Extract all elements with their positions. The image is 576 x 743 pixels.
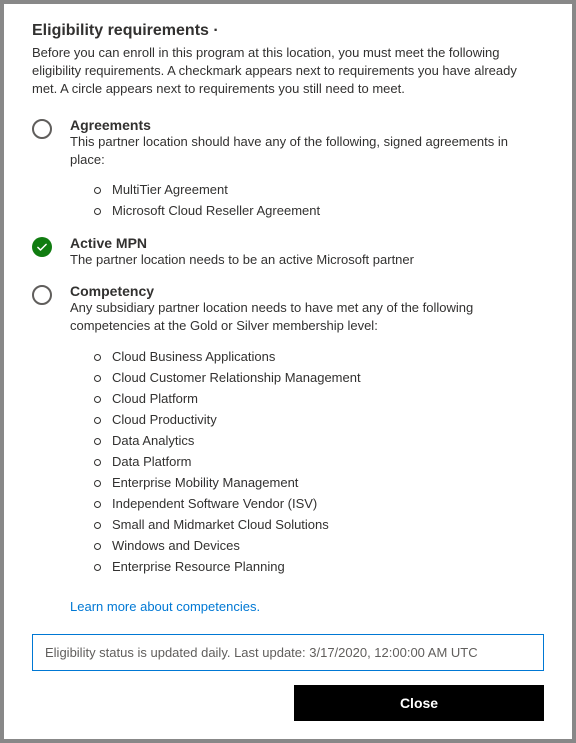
list-item: MultiTier Agreement: [94, 179, 544, 200]
requirement-sublist: Cloud Business ApplicationsCloud Custome…: [94, 346, 544, 577]
requirement-description: The partner location needs to be an acti…: [70, 251, 544, 269]
list-item: Cloud Platform: [94, 388, 544, 409]
list-item: Cloud Business Applications: [94, 346, 544, 367]
eligibility-modal: Eligibility requirements · Before you ca…: [0, 0, 576, 743]
requirement-sublist: MultiTier AgreementMicrosoft Cloud Resel…: [94, 179, 544, 221]
requirement-title: Active MPN: [70, 235, 544, 251]
requirement-body: CompetencyAny subsidiary partner locatio…: [70, 283, 544, 576]
list-item: Independent Software Vendor (ISV): [94, 493, 544, 514]
requirement-body: AgreementsThis partner location should h…: [70, 117, 544, 221]
list-item: Data Analytics: [94, 430, 544, 451]
list-item: Windows and Devices: [94, 535, 544, 556]
circle-icon: [32, 119, 52, 139]
status-update-box: Eligibility status is updated daily. Las…: [32, 634, 544, 671]
requirement-body: Active MPNThe partner location needs to …: [70, 235, 544, 269]
list-item: Enterprise Resource Planning: [94, 556, 544, 577]
list-item: Microsoft Cloud Reseller Agreement: [94, 200, 544, 221]
list-item: Data Platform: [94, 451, 544, 472]
circle-icon: [32, 285, 52, 305]
list-item: Enterprise Mobility Management: [94, 472, 544, 493]
requirement-description: Any subsidiary partner location needs to…: [70, 299, 544, 335]
requirement-title: Competency: [70, 283, 544, 299]
list-item: Cloud Productivity: [94, 409, 544, 430]
list-item: Small and Midmarket Cloud Solutions: [94, 514, 544, 535]
requirement-item: AgreementsThis partner location should h…: [32, 117, 544, 221]
requirement-item: Active MPNThe partner location needs to …: [32, 235, 544, 269]
page-title: Eligibility requirements ·: [32, 22, 544, 40]
checkmark-icon: [32, 237, 52, 257]
list-item: Cloud Customer Relationship Management: [94, 367, 544, 388]
modal-footer: Close: [32, 685, 544, 721]
requirement-title: Agreements: [70, 117, 544, 133]
learn-more-link[interactable]: Learn more about competencies.: [70, 599, 260, 614]
requirement-description: This partner location should have any of…: [70, 133, 544, 169]
requirement-item: CompetencyAny subsidiary partner locatio…: [32, 283, 544, 576]
close-button[interactable]: Close: [294, 685, 544, 721]
intro-text: Before you can enroll in this program at…: [32, 44, 544, 99]
